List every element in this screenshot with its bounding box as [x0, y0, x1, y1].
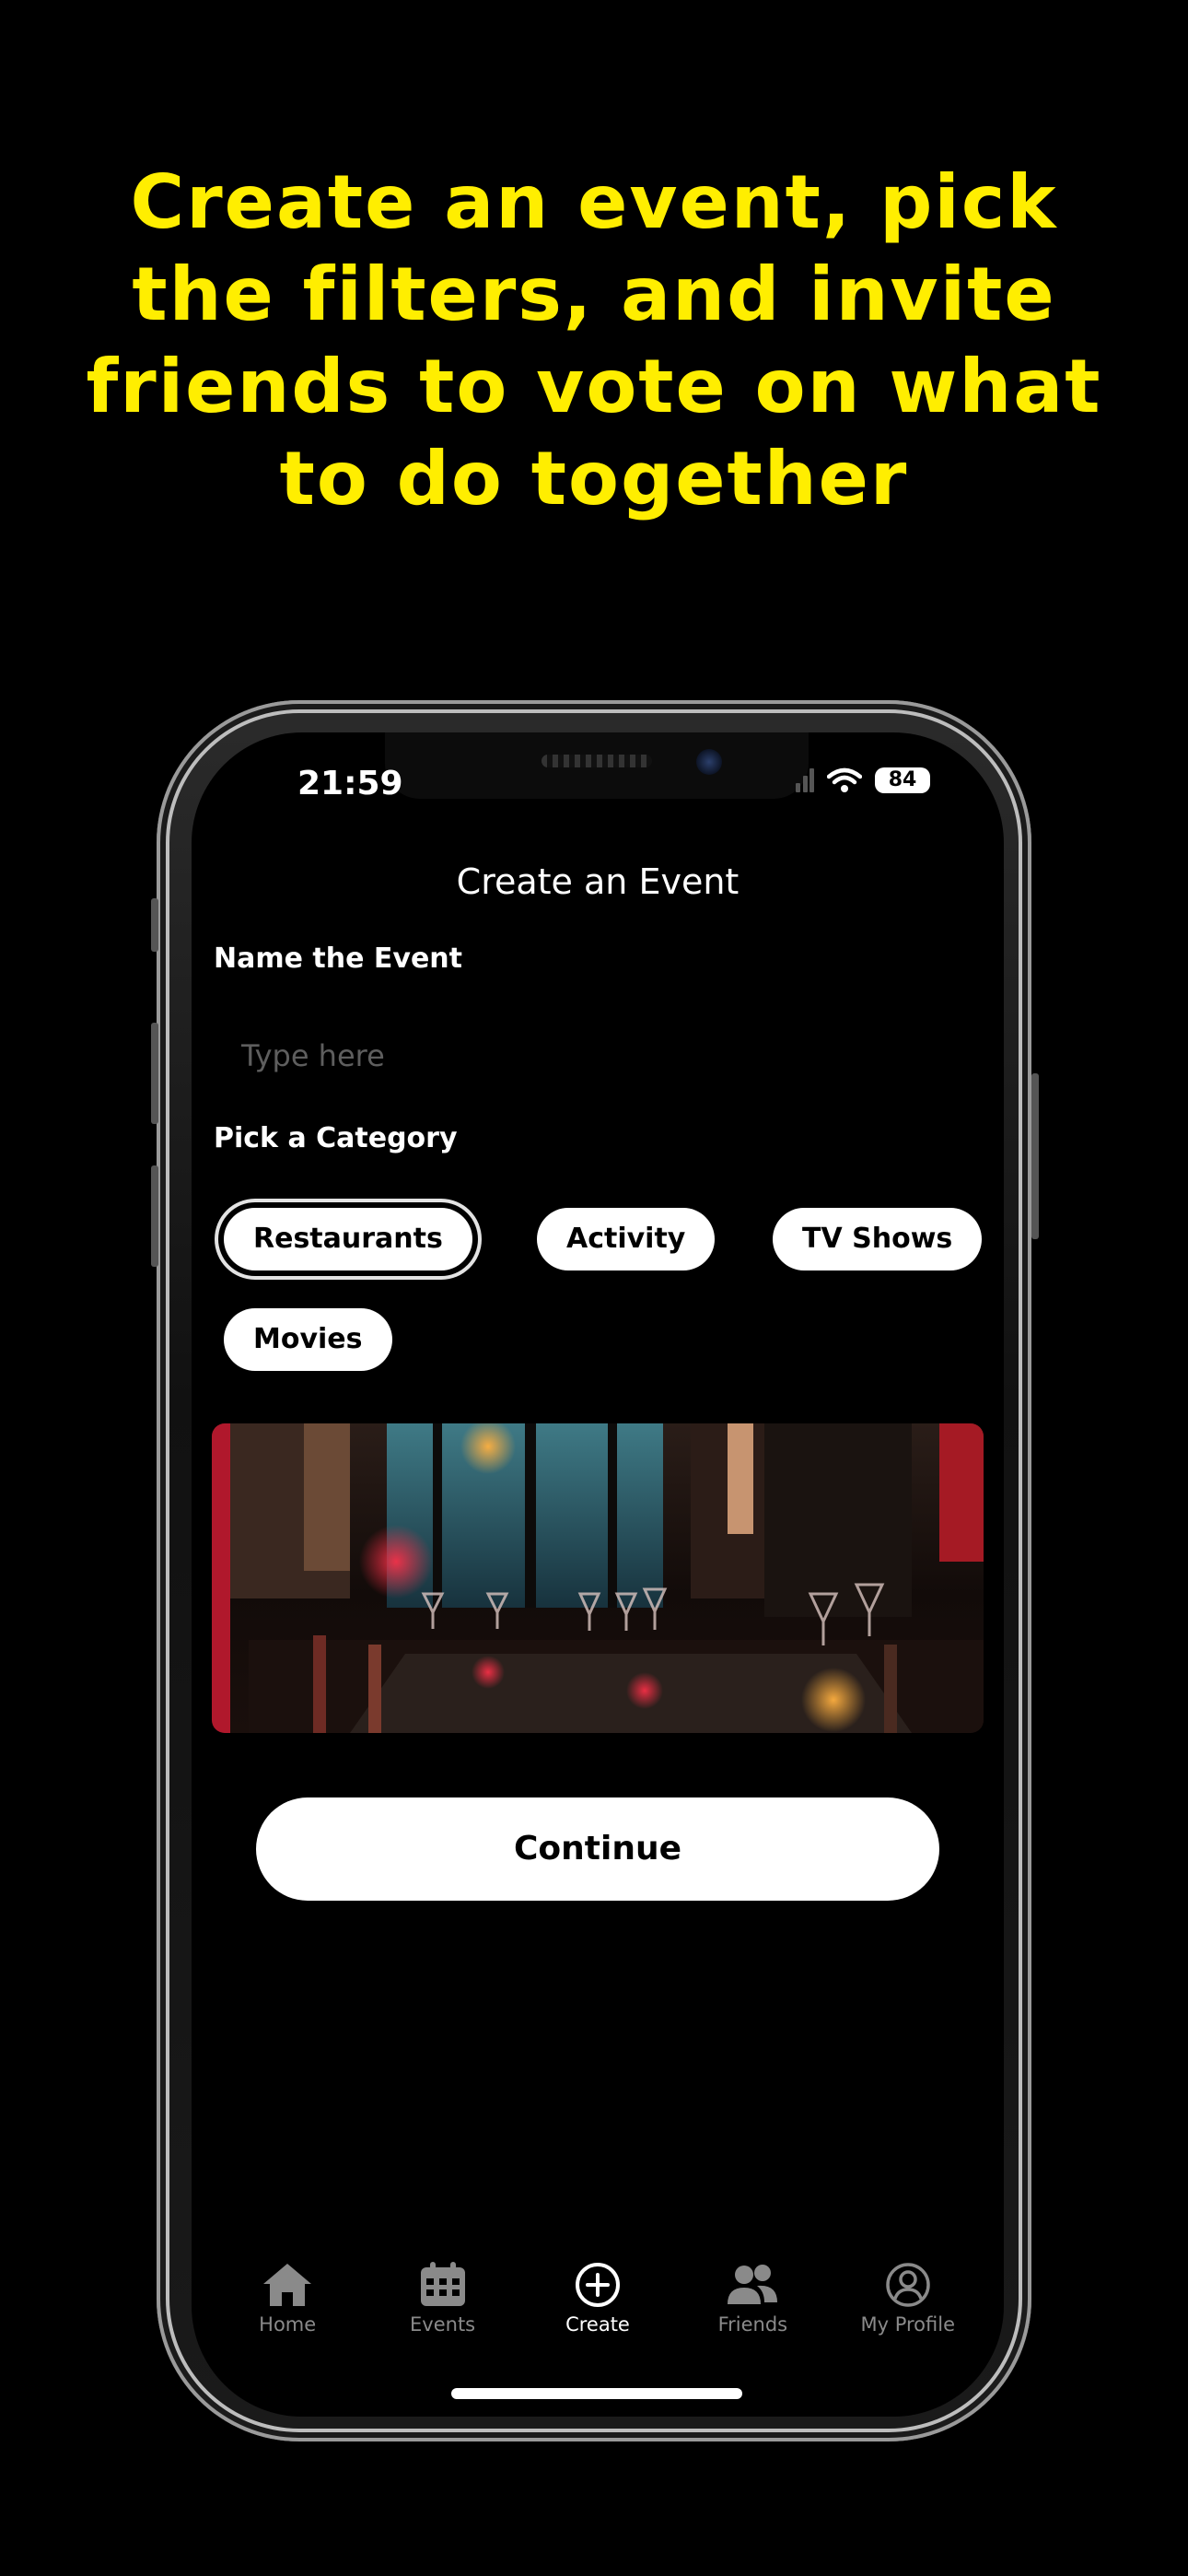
tab-home[interactable]: Home — [214, 2262, 361, 2363]
home-icon — [263, 2264, 312, 2306]
name-event-label: Name the Event — [214, 943, 462, 975]
power-button — [1031, 1073, 1039, 1239]
bottom-tab-bar: Home Events Create Friends My Profile — [192, 2262, 1004, 2363]
tab-friends[interactable]: Friends — [679, 2262, 826, 2363]
plus-circle-icon — [575, 2263, 620, 2307]
status-icons: 84 — [796, 767, 930, 793]
promo-headline: Create an event, pick the filters, and i… — [86, 159, 1102, 521]
tab-create-label: Create — [565, 2313, 630, 2336]
people-icon — [728, 2265, 778, 2304]
category-chip-restaurants[interactable]: Restaurants — [224, 1208, 472, 1270]
phone-screen: 21:59 84 Create an Event Name the Event … — [192, 732, 1004, 2417]
event-name-input[interactable] — [214, 1018, 998, 1094]
tab-friends-label: Friends — [717, 2313, 788, 2336]
tab-events[interactable]: Events — [369, 2262, 517, 2363]
category-chip-tv-shows[interactable]: TV Shows — [773, 1208, 983, 1270]
mute-switch — [151, 898, 158, 952]
tab-events-label: Events — [410, 2313, 476, 2336]
continue-button[interactable]: Continue — [256, 1797, 939, 1901]
screen-title: Create an Event — [456, 861, 740, 902]
dynamic-island — [385, 732, 809, 799]
volume-down-button — [151, 1165, 158, 1267]
battery-indicator: 84 — [875, 767, 930, 793]
home-indicator[interactable] — [451, 2388, 742, 2399]
volume-up-button — [151, 1023, 158, 1124]
pick-category-label: Pick a Category — [214, 1122, 458, 1154]
status-time: 21:59 — [297, 765, 403, 802]
profile-icon — [886, 2263, 930, 2307]
front-camera — [696, 749, 722, 775]
tab-my-profile-label: My Profile — [860, 2313, 956, 2336]
tab-home-label: Home — [259, 2313, 317, 2336]
wifi-icon — [827, 767, 862, 792]
category-preview-image — [212, 1423, 984, 1733]
restaurant-photo — [212, 1423, 984, 1733]
cellular-signal-icon — [796, 768, 814, 792]
category-chip-activity[interactable]: Activity — [537, 1208, 716, 1270]
speaker-grille — [542, 755, 652, 767]
tab-my-profile[interactable]: My Profile — [834, 2262, 982, 2363]
calendar-icon — [420, 2262, 465, 2306]
category-chip-movies[interactable]: Movies — [224, 1308, 392, 1371]
tab-create[interactable]: Create — [524, 2262, 671, 2363]
